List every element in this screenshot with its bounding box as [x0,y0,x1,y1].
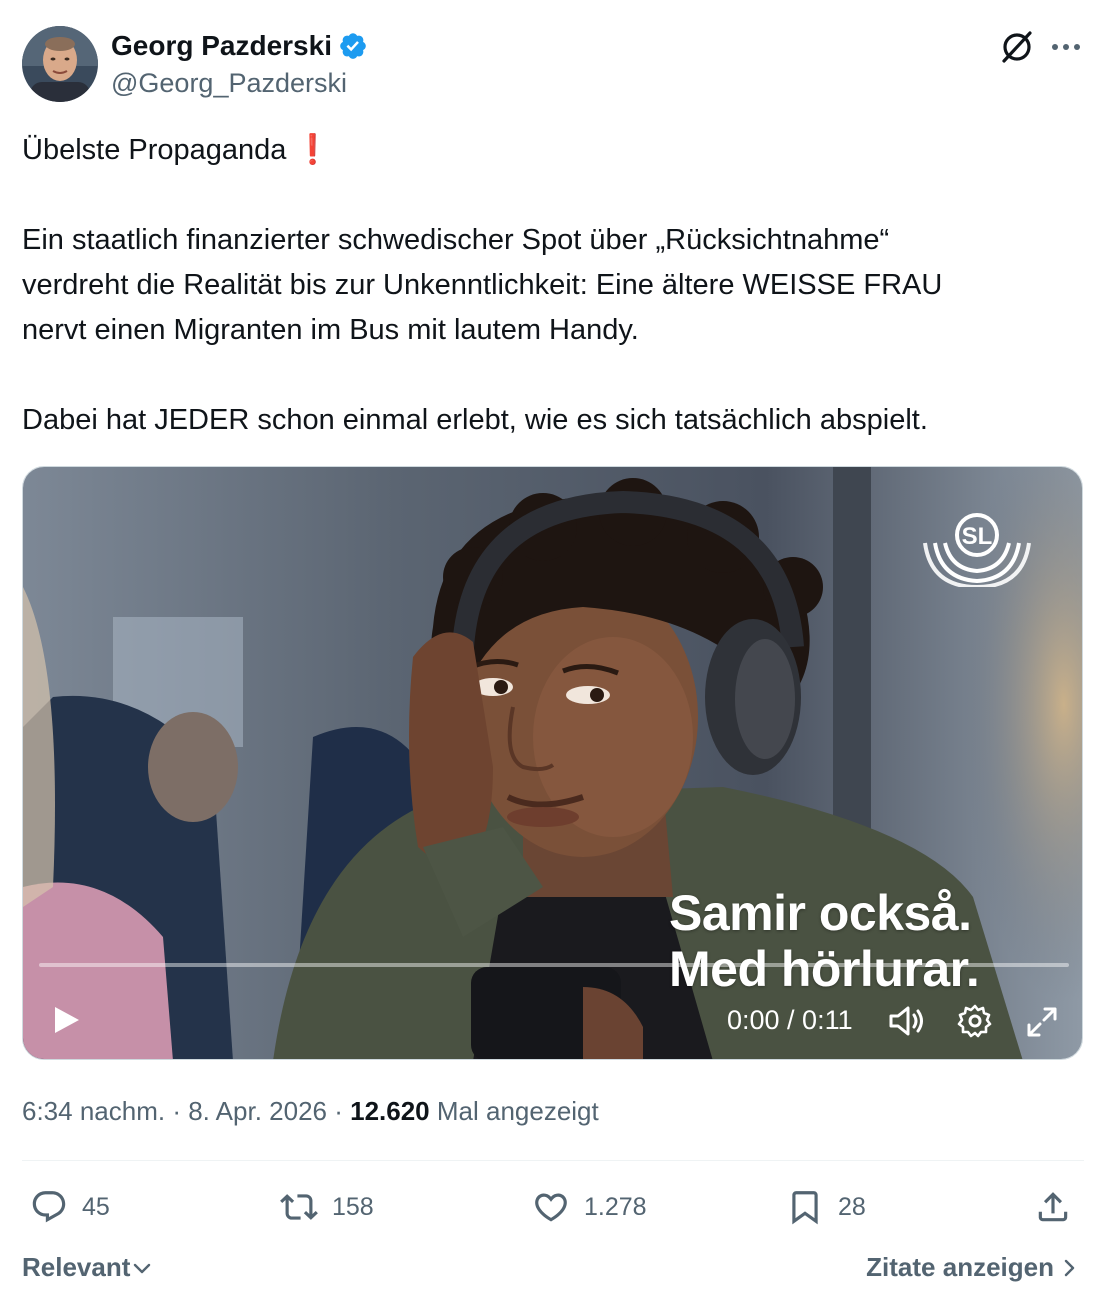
repost-button[interactable]: 158 [280,1184,374,1230]
like-count: 1.278 [584,1192,647,1221]
chevron-down-icon [134,1263,151,1274]
like-icon [535,1193,567,1222]
sl-logo-text: SL [962,523,993,550]
volume-icon[interactable] [887,1003,927,1039]
meta-separator: · [165,1096,189,1126]
repost-icon [280,1194,318,1220]
sl-logo: SL [923,513,1031,587]
divider [22,1160,1084,1161]
grok-icon[interactable] [997,26,1037,66]
post-paragraph-2-line-2: verdreht die Realität bis zur Unkenntlic… [22,269,943,301]
post-paragraph-2-line-1: Ein staatlich finanzierter schwedischer … [22,224,890,256]
views-count: 12.620 [350,1096,430,1126]
video-player[interactable]: SL Samir också. Med hörlurar. 0:00 / 0:1… [22,466,1083,1060]
play-icon[interactable] [49,1003,83,1037]
subtitle-line-2: Med hörlurar. [669,941,980,997]
repost-count: 158 [332,1192,374,1221]
post-line-1: Übelste Propaganda ❗ [22,128,1082,173]
post-paragraph-3: Dabei hat JEDER schon einmal erlebt, wie… [22,404,928,436]
sort-dropdown[interactable]: Relevant [22,1250,152,1284]
chevron-right-icon [1064,1259,1075,1277]
reply-button[interactable]: 45 [30,1184,110,1230]
video-subtitle: Samir också. Med hörlurar. [669,885,980,997]
video-progress-bar[interactable] [39,963,1069,967]
sort-label: Relevant [22,1252,131,1282]
exclamation-emoji: ❗ [294,134,331,166]
video-time: 0:00 / 0:11 [727,1005,853,1035]
post-date[interactable]: 8. Apr. 2026 [188,1096,327,1126]
reply-count: 45 [82,1192,110,1221]
post-text: Übelste Propaganda ❗ Ein staatlich finan… [22,128,1082,443]
action-bar: 45 158 1.278 28 [22,1184,1084,1230]
post-time[interactable]: 6:34 nachm. [22,1096,165,1126]
view-quotes-link[interactable]: Zitate anzeigen [866,1250,1078,1284]
post-meta: 6:34 nachm. · 8. Apr. 2026 · 12.620 Mal … [22,1094,599,1128]
share-icon [1038,1192,1068,1222]
subtitle-line-1: Samir också. [669,885,972,941]
reply-icon [32,1191,66,1223]
bookmark-button[interactable]: 28 [786,1184,866,1230]
author-handle[interactable]: @Georg_Pazderski [111,66,347,100]
post-line-1-text: Übelste Propaganda [22,134,287,166]
post-paragraph-2-line-3: nervt einen Migranten im Bus mit lautem … [22,314,639,346]
expand-icon[interactable] [1025,1005,1059,1039]
bookmark-icon [792,1191,818,1225]
gear-icon[interactable] [957,1003,993,1039]
views-label: Mal angezeigt [429,1096,599,1126]
like-button[interactable]: 1.278 [532,1184,647,1230]
verified-badge-icon [340,33,366,59]
more-icon[interactable] [1049,30,1083,64]
bookmark-count: 28 [838,1192,866,1221]
meta-separator: · [327,1096,351,1126]
author-name-text[interactable]: Georg Pazderski [111,30,332,61]
post-header: Georg Pazderski @Georg_Pazderski [22,26,1084,106]
quotes-label: Zitate anzeigen [866,1252,1054,1282]
avatar[interactable] [22,26,98,102]
share-button[interactable] [1034,1184,1086,1230]
author-name[interactable]: Georg Pazderski [111,28,368,64]
